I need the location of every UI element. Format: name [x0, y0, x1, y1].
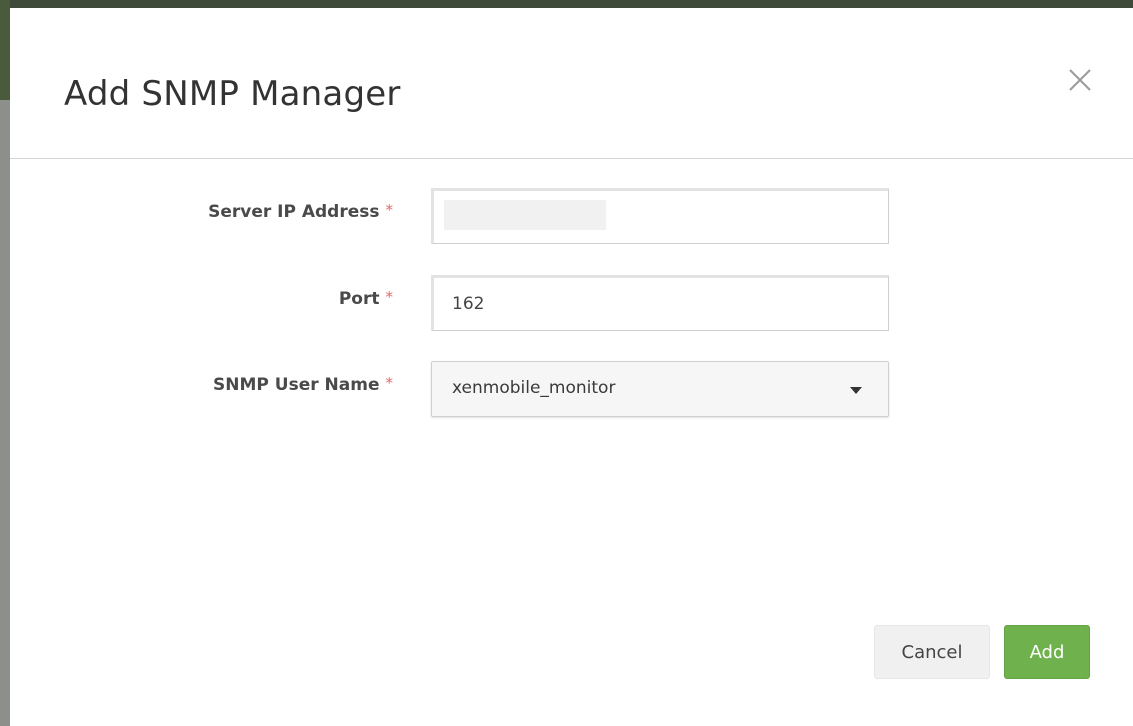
required-marker: *	[385, 201, 394, 219]
backdrop-top-strip	[0, 0, 1133, 8]
port-input[interactable]	[431, 275, 889, 331]
snmp-user-label-text: SNMP User Name	[213, 375, 380, 395]
server-ip-label-text: Server IP Address	[208, 202, 380, 222]
close-button[interactable]	[1062, 64, 1096, 98]
server-ip-label: Server IP Address *	[208, 201, 394, 222]
port-label: Port *	[338, 288, 394, 309]
redacted-ip-value	[444, 200, 606, 230]
snmp-user-label: SNMP User Name *	[213, 374, 394, 395]
required-marker: *	[385, 288, 394, 306]
add-snmp-manager-dialog: Add SNMP Manager Server IP Address * Port…	[10, 8, 1133, 726]
dialog-header: Add SNMP Manager	[10, 8, 1133, 159]
dialog-title: Add SNMP Manager	[64, 74, 401, 114]
snmp-user-row: SNMP User Name * xenmobile_monitor	[10, 361, 1133, 419]
add-button[interactable]: Add	[1004, 625, 1090, 679]
snmp-user-select[interactable]: xenmobile_monitor	[431, 361, 889, 417]
cancel-button[interactable]: Cancel	[874, 625, 990, 679]
required-marker: *	[385, 374, 394, 392]
port-label-text: Port	[338, 289, 380, 309]
snmp-user-selected-value: xenmobile_monitor	[452, 378, 616, 398]
server-ip-row: Server IP Address *	[10, 188, 1133, 246]
backdrop-left-strip	[0, 0, 10, 726]
backdrop-left-accent	[0, 0, 10, 100]
port-row: Port *	[10, 275, 1133, 333]
caret-down-icon	[850, 387, 862, 394]
close-icon	[1069, 69, 1091, 91]
